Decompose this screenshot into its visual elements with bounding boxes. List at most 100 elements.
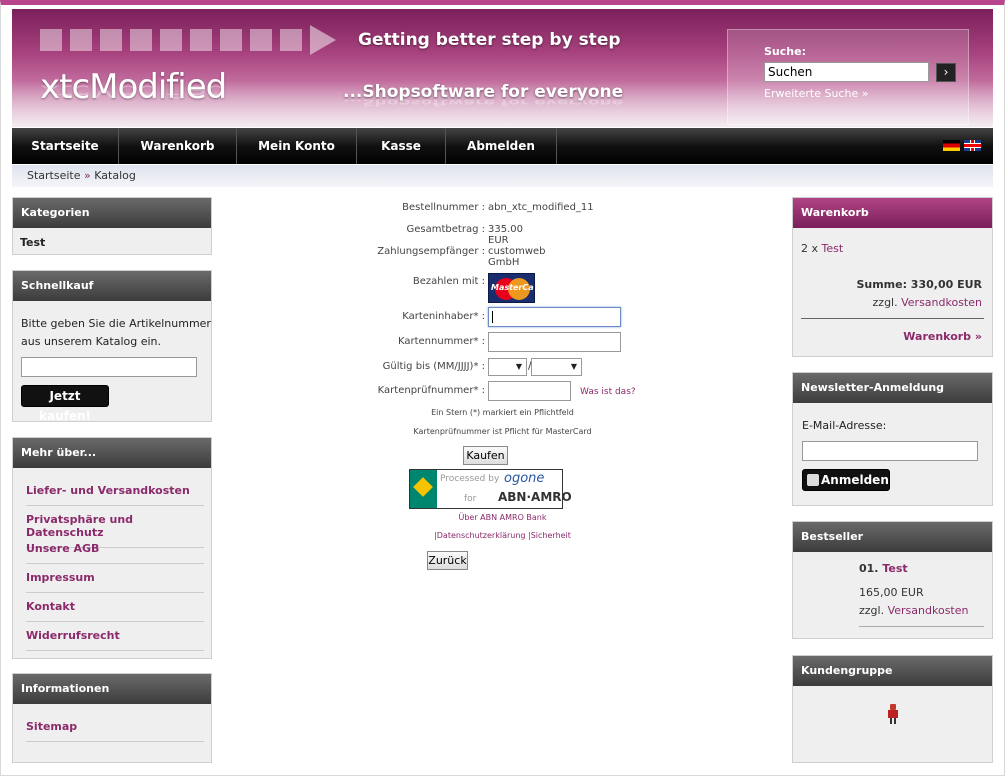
search-label: Suche: — [764, 45, 806, 58]
nav-warenkorb[interactable]: Warenkorb — [119, 128, 237, 164]
bestseller-divider — [859, 626, 984, 627]
customer-group-title: Kundengruppe — [793, 656, 992, 686]
tagline-reflection: ...Shopsoftware for everyone — [343, 97, 624, 107]
shop-logo-reflection: xtcModified — [40, 81, 227, 101]
bestseller-price: 165,00 EUR — [859, 586, 924, 599]
customer-group-icon — [888, 704, 898, 724]
search-box: Suche: › Erweiterte Suche » — [727, 29, 969, 125]
english-flag-icon[interactable] — [964, 140, 981, 151]
search-input[interactable] — [764, 62, 929, 82]
bestseller-rank: 01. — [859, 562, 879, 575]
quickbuy-box: Schnellkauf Bitte geben Sie die Artikeln… — [12, 270, 212, 423]
link-sitemap[interactable]: Sitemap — [26, 720, 204, 742]
tagline-primary: Getting better step by step — [358, 30, 621, 50]
newsletter-subscribe-button[interactable]: Anmelden — [802, 469, 890, 491]
mastercard-logo-text: MasterCard — [491, 283, 534, 292]
main-nav: Startseite Warenkorb Mein Konto Kasse Ab… — [12, 128, 993, 164]
nav-mein-konto[interactable]: Mein Konto — [237, 128, 357, 164]
payee-value: customweb GmbH — [488, 246, 546, 268]
cvc-help-link[interactable]: Was ist das? — [580, 387, 636, 397]
cart-shipping-prefix: zzgl. — [872, 296, 898, 309]
kaufen-button[interactable]: Kaufen — [463, 446, 508, 465]
newsletter-email-input[interactable] — [802, 441, 978, 461]
cvc-input[interactable] — [488, 381, 571, 401]
newsletter-box: Newsletter-Anmeldung E-Mail-Adresse: Anm… — [792, 372, 993, 506]
categories-box: Kategorien Test — [12, 197, 212, 255]
breadcrumb-separator: » — [80, 169, 95, 182]
bestseller-shipping-link[interactable]: Versandkosten — [888, 604, 969, 617]
newsletter-title: Newsletter-Anmeldung — [793, 373, 992, 403]
order-number-label: Bestellnummer : — [402, 202, 485, 213]
card-holder-input[interactable] — [488, 307, 621, 327]
link-contact[interactable]: Kontakt — [26, 600, 204, 622]
nav-startseite[interactable]: Startseite — [12, 128, 119, 164]
about-bank-link[interactable]: Über ABN AMRO Bank — [220, 513, 785, 522]
expiry-month-select[interactable] — [488, 358, 527, 376]
language-flags — [943, 140, 981, 151]
quickbuy-title: Schnellkauf — [13, 271, 211, 301]
quickbuy-text-2: aus unserem Katalog ein. — [21, 335, 162, 348]
nav-abmelden[interactable]: Abmelden — [446, 128, 557, 164]
order-number-value: abn_xtc_modified_11 — [488, 202, 594, 213]
cart-shipping-link[interactable]: Versandkosten — [901, 296, 982, 309]
quickbuy-input[interactable] — [21, 357, 197, 377]
link-terms[interactable]: Unsere AGB — [26, 542, 204, 564]
advanced-search-link[interactable]: Erweiterte Suche » — [764, 87, 868, 100]
customer-group-box: Kundengruppe — [792, 655, 993, 763]
cart-shipping-line: zzgl. Versandkosten — [873, 296, 982, 309]
zurueck-button[interactable]: Zurück — [427, 551, 468, 570]
ogone-brand-text: ogone — [504, 471, 545, 486]
search-submit-button[interactable]: › — [936, 63, 956, 82]
abnamro-shield-icon — [410, 470, 437, 508]
jetzt-kaufen-button[interactable]: Jetzt kaufen! — [21, 385, 109, 423]
cart-item-link[interactable]: Test — [822, 242, 844, 255]
privacy-security-links[interactable]: |Datenschutzerklärung |Sicherheit — [220, 531, 785, 540]
card-number-label: Kartennummer* : — [397, 336, 485, 347]
cart-link[interactable]: Warenkorb » — [903, 330, 982, 343]
header-banner: xtcModified xtcModified Getting better s… — [12, 9, 993, 127]
bestseller-shipping-prefix: zzgl. — [859, 604, 885, 617]
cart-title: Warenkorb — [793, 198, 992, 228]
valid-until-label: Gültig bis (MM/JJJJ)* : — [382, 361, 485, 372]
more-about-title: Mehr über... — [13, 438, 211, 468]
quickbuy-text-1: Bitte geben Sie die Artikelnummer — [21, 317, 211, 330]
link-shipping-costs[interactable]: Liefer- und Versandkosten — [26, 484, 204, 506]
categories-title: Kategorien — [13, 198, 211, 228]
card-holder-label: Karteninhaber* : — [402, 311, 485, 322]
ogone-for-text: for — [464, 494, 477, 504]
expiry-year-select[interactable] — [531, 358, 582, 376]
ogone-abnamro-logo: Processed by ogone for ABN·AMRO — [409, 469, 572, 509]
pay-with-label: Bezahlen mit : — [412, 276, 485, 287]
card-number-input[interactable] — [488, 332, 621, 352]
payee-label: Zahlungsempfänger : — [377, 246, 485, 257]
step-squares — [40, 25, 336, 55]
bestseller-box: Bestseller 01. Test 165,00 EUR zzgl. Ver… — [792, 521, 993, 639]
ogone-processed-text: Processed by — [440, 474, 500, 484]
cart-box: Warenkorb 2 x Test Summe: 330,00 EUR zzg… — [792, 197, 993, 357]
newsletter-email-label: E-Mail-Adresse: — [802, 419, 887, 432]
bestseller-item-line: 01. Test — [859, 562, 908, 575]
link-imprint[interactable]: Impressum — [26, 571, 204, 593]
total-value: 335.00 EUR — [488, 224, 523, 246]
newsletter-icon — [807, 474, 819, 486]
total-label: Gesamtbetrag : — [406, 224, 485, 235]
cvc-label: Kartenprüfnummer* : — [377, 385, 485, 396]
information-title: Informationen — [13, 674, 211, 704]
bestseller-title: Bestseller — [793, 522, 992, 552]
cart-sum: Summe: 330,00 EUR — [856, 278, 982, 291]
cart-divider — [801, 318, 984, 319]
category-item-test[interactable]: Test — [20, 236, 45, 249]
nav-kasse[interactable]: Kasse — [357, 128, 446, 164]
bestseller-item-link[interactable]: Test — [882, 562, 907, 575]
required-note: Ein Stern (*) markiert ein Pflichtfeld — [431, 408, 574, 417]
breadcrumb-home[interactable]: Startseite — [27, 169, 81, 182]
information-box: Informationen Sitemap — [12, 673, 212, 763]
german-flag-icon[interactable] — [943, 140, 960, 151]
bestseller-shipping-line: zzgl. Versandkosten — [859, 604, 968, 617]
cvc-required-note: Kartenprüfnummer ist Pflicht für MasterC… — [413, 427, 592, 436]
breadcrumb-current[interactable]: Katalog — [94, 169, 136, 182]
more-about-box: Mehr über... Liefer- und Versandkosten P… — [12, 437, 212, 659]
newsletter-button-label: Anmelden — [821, 473, 889, 487]
mastercard-logo-icon: MasterCard — [488, 273, 535, 303]
link-withdrawal[interactable]: Widerrufsrecht — [26, 629, 204, 651]
